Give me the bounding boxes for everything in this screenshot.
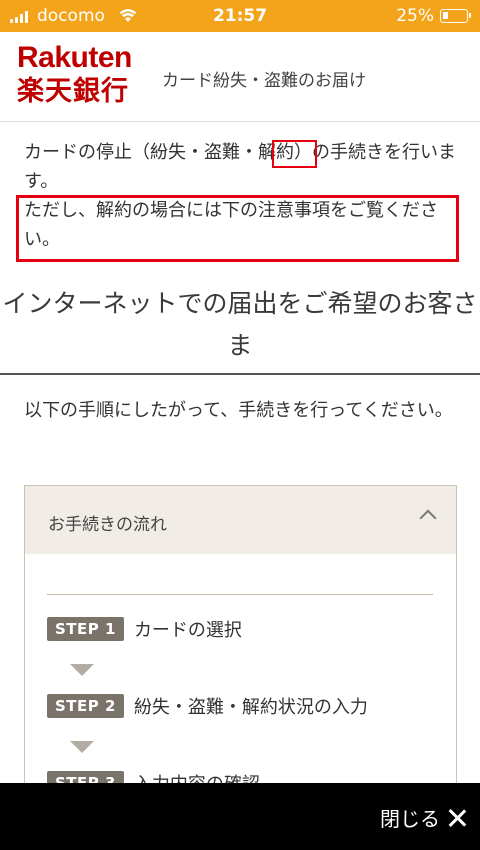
down-arrow-icon — [70, 664, 94, 676]
battery-percent: 25% — [396, 6, 434, 26]
logo-text-en: Rakuten — [17, 41, 132, 74]
step-label: 紛失・盗難・解約状況の入力 — [133, 697, 368, 718]
chevron-up-icon — [419, 509, 437, 527]
bottom-bar: 閉じる — [0, 783, 480, 850]
procedure-flow-toggle[interactable]: お手続きの流れ — [25, 486, 456, 554]
procedure-flow-panel: お手続きの流れ STEP 1 カードの選択 STEP 2 紛失・盗難・解約状況の… — [24, 485, 457, 805]
step-badge: STEP 1 — [47, 617, 124, 641]
step-label: カードの選択 — [133, 620, 242, 641]
notice-line-1: カードの停止（紛失・盗難・解約）の手続きを行います。 — [24, 142, 456, 192]
procedure-flow-title: お手続きの流れ — [48, 515, 167, 535]
close-button[interactable]: 閉じる — [380, 803, 466, 832]
step-2: STEP 2 紛失・盗難・解約状況の入力 — [47, 693, 368, 719]
section-heading: インターネットでの届出をご希望のお客さま — [2, 289, 478, 360]
step-badge: STEP 2 — [47, 694, 124, 718]
step-1: STEP 1 カードの選択 — [47, 616, 242, 642]
down-arrow-icon — [70, 741, 94, 753]
highlight-box-cancel-word — [272, 140, 317, 168]
battery-icon — [440, 9, 471, 23]
instruction-text: 以下の手順にしたがって、手続きを行ってください。 — [24, 400, 453, 421]
highlight-box-caution — [16, 195, 459, 262]
section-divider — [0, 373, 480, 375]
page-header: Rakuten 楽天銀行 カード紛失・盗難のお届け — [0, 32, 480, 122]
page-title: カード紛失・盗難のお届け — [162, 71, 366, 91]
close-icon — [448, 809, 466, 827]
status-bar: docomo 21:57 25% — [0, 0, 480, 32]
logo-text-jp: 楽天銀行 — [17, 76, 129, 106]
flow-divider — [47, 594, 433, 595]
rakuten-bank-logo[interactable]: Rakuten 楽天銀行 — [17, 42, 132, 108]
close-label: 閉じる — [380, 807, 440, 831]
